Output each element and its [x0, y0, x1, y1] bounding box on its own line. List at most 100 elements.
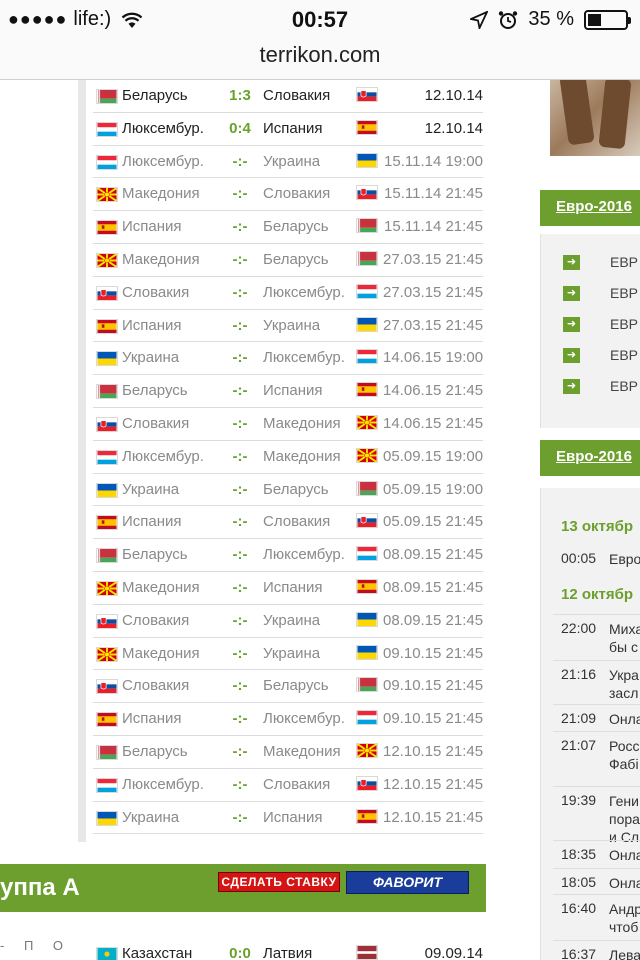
team1-name[interactable]: Беларусь — [122, 743, 188, 760]
team2-name[interactable]: Словакия — [263, 776, 330, 793]
match-score[interactable]: -:- — [223, 448, 257, 465]
team2-name[interactable]: Люксембур. — [263, 349, 345, 366]
news-headline[interactable]: Лева — [609, 946, 640, 960]
table-row[interactable]: Македония -:- Испания 08.09.15 21:45 — [93, 572, 483, 605]
table-row[interactable]: Словакия -:- Украина 08.09.15 21:45 — [93, 605, 483, 638]
team2-name[interactable]: Испания — [263, 809, 323, 826]
news-headline[interactable]: Онла — [609, 846, 640, 864]
news-headline-line[interactable]: пора — [609, 810, 640, 828]
team2-name[interactable]: Испания — [263, 120, 323, 137]
match-score[interactable]: -:- — [223, 481, 257, 498]
team1-name[interactable]: Украина — [122, 809, 179, 826]
team1-name[interactable]: Беларусь — [122, 382, 188, 399]
match-score[interactable]: -:- — [223, 185, 257, 202]
news-headline-line[interactable]: бы с — [609, 638, 640, 656]
team1-name[interactable]: Люксембур. — [122, 776, 204, 793]
table-row[interactable]: Испания -:- Беларусь 15.11.14 21:45 — [93, 211, 483, 244]
table-row[interactable]: Люксембур. -:- Македония 05.09.15 19:00 — [93, 441, 483, 474]
team2-name[interactable]: Беларусь — [263, 677, 329, 694]
match-score[interactable]: -:- — [223, 218, 257, 235]
match-score[interactable]: -:- — [223, 349, 257, 366]
news-headline[interactable]: Росс Фабі — [609, 737, 640, 773]
news-headline[interactable]: Гени пора и Сл — [609, 792, 640, 846]
team2-name[interactable]: Испания — [263, 382, 323, 399]
table-row[interactable]: Македония -:- Украина 09.10.15 21:45 — [93, 638, 483, 671]
team2-name[interactable]: Македония — [263, 743, 341, 760]
table-row[interactable]: Люксембур. -:- Словакия 12.10.15 21:45 — [93, 769, 483, 802]
team2-name[interactable]: Украина — [263, 645, 320, 662]
match-score[interactable]: -:- — [223, 645, 257, 662]
match-score[interactable]: -:- — [223, 612, 257, 629]
team2-name[interactable]: Македония — [263, 448, 341, 465]
news-headline-line[interactable]: Росс — [609, 737, 640, 755]
team1-name[interactable]: Словакия — [122, 284, 189, 301]
match-score[interactable]: -:- — [223, 153, 257, 170]
match-score[interactable]: -:- — [223, 546, 257, 563]
table-row[interactable]: Словакия -:- Македония 14.06.15 21:45 — [93, 408, 483, 441]
news-headline-line[interactable]: Фабі — [609, 755, 640, 773]
news-headline-line[interactable]: Онла — [609, 710, 640, 728]
news-headline-line[interactable]: и Сл — [609, 828, 640, 846]
team2-name[interactable]: Люксембур. — [263, 546, 345, 563]
team2-name[interactable]: Словакия — [263, 185, 330, 202]
news-headline[interactable]: Миха бы с — [609, 620, 640, 656]
team2-name[interactable]: Македония — [263, 415, 341, 432]
table-row[interactable]: Беларусь -:- Испания 14.06.15 21:45 — [93, 375, 483, 408]
table-row[interactable]: Словакия -:- Беларусь 09.10.15 21:45 — [93, 670, 483, 704]
table-row[interactable]: Беларусь 1:3 Словакия 12.10.14 — [93, 80, 483, 113]
team1-name[interactable]: Люксембур. — [122, 448, 204, 465]
news-headline[interactable]: Онла — [609, 710, 640, 728]
news-headline-line[interactable]: засл — [609, 684, 639, 702]
table-row[interactable]: Люксембур. -:- Украина 15.11.14 19:00 — [93, 146, 483, 179]
table-row[interactable]: Беларусь -:- Македония 12.10.15 21:45 — [93, 736, 483, 769]
team1-name[interactable]: Украина — [122, 481, 179, 498]
match-score[interactable]: -:- — [223, 710, 257, 727]
match-score[interactable]: 1:3 — [223, 87, 257, 104]
table-row[interactable]: Казахстан 0:0 Латвия 09.09.14 — [93, 938, 483, 960]
match-score[interactable]: -:- — [223, 382, 257, 399]
team2-name[interactable]: Украина — [263, 317, 320, 334]
sidebar-section-header[interactable]: Евро-2016 — [540, 440, 640, 476]
team1-name[interactable]: Люксембур. — [122, 153, 204, 170]
team1-name[interactable]: Македония — [122, 185, 200, 202]
bookmaker-logo[interactable]: ФАВОРИТ — [346, 871, 469, 894]
table-row[interactable]: Люксембур. 0:4 Испания 12.10.14 — [93, 113, 483, 146]
table-row[interactable]: Македония -:- Беларусь 27.03.15 21:45 — [93, 244, 483, 277]
team1-name[interactable]: Испания — [122, 710, 182, 727]
news-headline[interactable]: Укра засл — [609, 666, 639, 702]
team2-name[interactable]: Люксембур. — [263, 284, 345, 301]
team1-name[interactable]: Македония — [122, 251, 200, 268]
team2-name[interactable]: Словакия — [263, 513, 330, 530]
team1-name[interactable]: Македония — [122, 579, 200, 596]
news-headline-line[interactable]: Евро — [609, 550, 640, 568]
table-row[interactable]: Украина -:- Люксембур. 14.06.15 19:00 — [93, 342, 483, 376]
url-bar[interactable]: terrikon.com — [0, 40, 640, 80]
table-row[interactable]: Испания -:- Словакия 05.09.15 21:45 — [93, 506, 483, 540]
match-score[interactable]: -:- — [223, 415, 257, 432]
news-headline-line[interactable]: Гени — [609, 792, 640, 810]
match-score[interactable]: -:- — [223, 776, 257, 793]
match-score[interactable]: -:- — [223, 743, 257, 760]
url-text[interactable]: terrikon.com — [259, 42, 380, 67]
match-score[interactable]: -:- — [223, 284, 257, 301]
team2-name[interactable]: Беларусь — [263, 218, 329, 235]
news-headline-line[interactable]: Миха — [609, 620, 640, 638]
match-score[interactable]: -:- — [223, 513, 257, 530]
sidebar-section-title[interactable]: Евро-2016 — [556, 448, 632, 465]
team1-name[interactable]: Испания — [122, 218, 182, 235]
team2-name[interactable]: Украина — [263, 153, 320, 170]
match-score[interactable]: -:- — [223, 809, 257, 826]
table-row[interactable]: Македония -:- Словакия 15.11.14 21:45 — [93, 178, 483, 212]
team1-name[interactable]: Словакия — [122, 612, 189, 629]
table-row[interactable]: Украина -:- Испания 12.10.15 21:45 — [93, 802, 483, 835]
table-row[interactable]: Испания -:- Украина 27.03.15 21:45 — [93, 310, 483, 343]
match-score[interactable]: -:- — [223, 579, 257, 596]
team2-name[interactable]: Украина — [263, 612, 320, 629]
news-headline-line[interactable]: Лева — [609, 946, 640, 960]
team1-name[interactable]: Испания — [122, 317, 182, 334]
team1-name[interactable]: Словакия — [122, 415, 189, 432]
table-row[interactable]: Словакия -:- Люксембур. 27.03.15 21:45 — [93, 277, 483, 310]
team1-name[interactable]: Беларусь — [122, 87, 188, 104]
news-headline-line[interactable]: Онла — [609, 846, 640, 864]
team2-name[interactable]: Словакия — [263, 87, 330, 104]
